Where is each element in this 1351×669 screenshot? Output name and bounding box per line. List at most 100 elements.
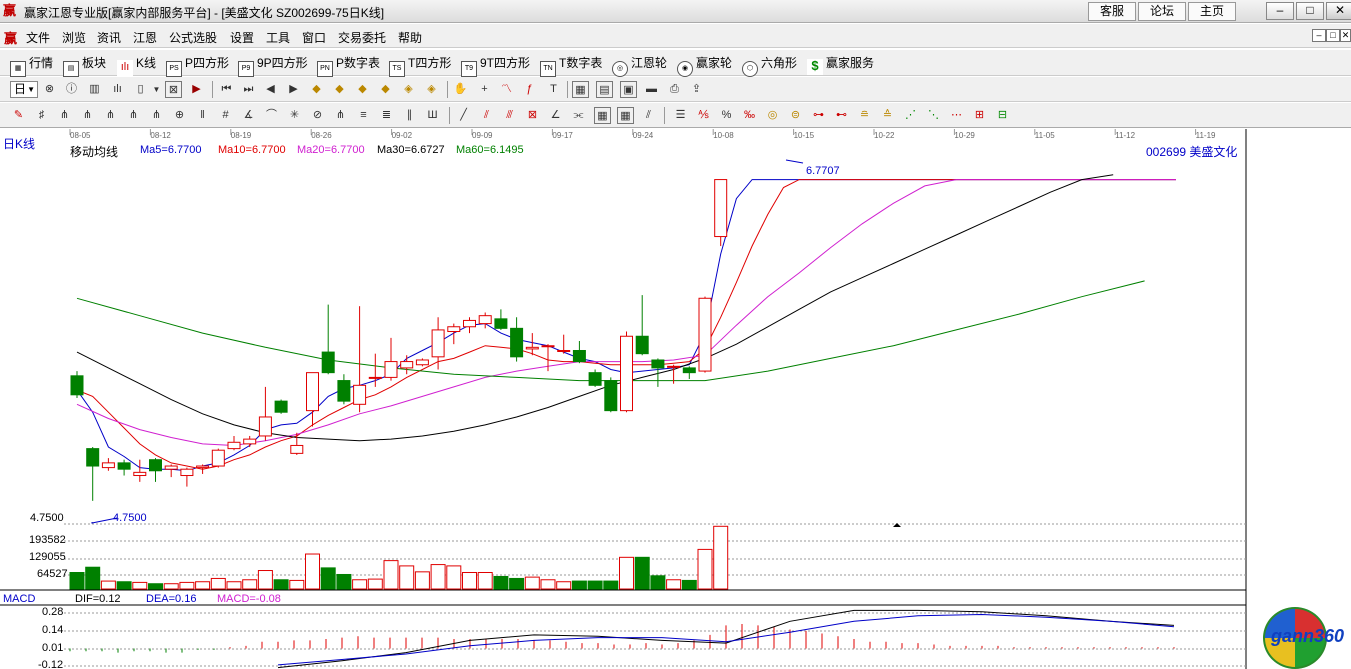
tool-a-icon[interactable]: ⊶ xyxy=(810,107,827,124)
bar-chart-icon[interactable]: ▥ xyxy=(86,81,103,98)
last-icon[interactable]: ⏭ xyxy=(240,81,257,98)
kline-button[interactable]: ılı K线 xyxy=(117,54,156,76)
diamond-expand-icon[interactable]: ◈ xyxy=(400,81,417,98)
circle-grid-icon[interactable]: ⊕ xyxy=(171,107,188,124)
hash-icon[interactable]: # xyxy=(217,107,234,124)
fib2-icon[interactable]: ≣ xyxy=(378,107,395,124)
service-link[interactable]: 客服 xyxy=(1088,2,1136,21)
line-icon[interactable]: ∠ xyxy=(547,107,564,124)
cross-icon[interactable]: + xyxy=(476,81,493,98)
list-icon[interactable]: ☰ xyxy=(672,107,689,124)
box-icon[interactable]: ▦ xyxy=(594,107,611,124)
tool-b-icon[interactable]: ⊷ xyxy=(833,107,850,124)
fan3-icon[interactable]: ⋔ xyxy=(102,107,119,124)
comb-icon[interactable]: Ш xyxy=(424,107,441,124)
diamond-shrink-icon[interactable]: ◈ xyxy=(423,81,440,98)
fan-icon[interactable]: ⋔ xyxy=(56,107,73,124)
candle-chart-icon[interactable]: ılı xyxy=(109,81,126,98)
diamond-up-icon[interactable]: ◆ xyxy=(354,81,371,98)
percent2-icon[interactable]: ‰ xyxy=(741,107,758,124)
minimize-button[interactable]: – xyxy=(1266,2,1294,20)
tool-e-icon[interactable]: ⋰ xyxy=(902,107,919,124)
step-forward-icon[interactable]: ▶ xyxy=(285,81,302,98)
grid-icon[interactable]: ♯ xyxy=(33,107,50,124)
menu-tools[interactable]: 工具 xyxy=(266,29,290,46)
diamond-right-icon[interactable]: ◆ xyxy=(331,81,348,98)
forum-link[interactable]: 论坛 xyxy=(1138,2,1186,21)
table-icon[interactable]: ▤ xyxy=(596,81,613,98)
step-back-icon[interactable]: ◀ xyxy=(262,81,279,98)
diamond-down-icon[interactable]: ◆ xyxy=(377,81,394,98)
tool-g-icon[interactable]: ⋯ xyxy=(948,107,965,124)
target-icon[interactable]: ◎ xyxy=(764,107,781,124)
formula-icon[interactable]: ƒ xyxy=(521,81,538,98)
text-icon[interactable]: T xyxy=(545,81,562,98)
quote-button[interactable]: ▦ 行情 xyxy=(10,54,53,77)
target2-icon[interactable]: ⊜ xyxy=(787,107,804,124)
menu-window[interactable]: 窗口 xyxy=(302,29,326,46)
star-icon[interactable]: ✳ xyxy=(286,107,303,124)
menu-trade[interactable]: 交易委托 xyxy=(338,29,386,46)
channel-icon[interactable]: ∥ xyxy=(401,107,418,124)
fork-icon[interactable]: ⋔ xyxy=(332,107,349,124)
t-table-button[interactable]: TN T数字表 xyxy=(540,54,602,77)
wave-icon[interactable]: 〽 xyxy=(498,81,515,98)
maximize-button[interactable]: □ xyxy=(1296,2,1324,20)
bars-icon[interactable]: ‖ xyxy=(194,107,211,124)
first-icon[interactable]: ⏮ xyxy=(218,81,235,98)
info-icon[interactable]: ⓘ xyxy=(63,81,80,98)
diamond-left-icon[interactable]: ◆ xyxy=(308,81,325,98)
chart-area[interactable]: 08-05 08-12 08-19 08-26 09-02 09-09 09-17 09-24… xyxy=(0,129,1351,669)
arc-rays-icon[interactable]: ⫻ xyxy=(501,107,518,124)
zoom-icon[interactable]: ⊠ xyxy=(165,81,182,98)
menu-formula[interactable]: 公式选股 xyxy=(169,29,217,46)
tool-i-icon[interactable]: ⊟ xyxy=(994,107,1011,124)
cycle-icon[interactable]: ⊘ xyxy=(309,107,326,124)
export-icon[interactable]: ⇪ xyxy=(688,81,705,98)
tool-f-icon[interactable]: ⋱ xyxy=(925,107,942,124)
kline-chart[interactable]: 08-05 08-12 08-19 08-26 09-02 09-09 09-17 09-24… xyxy=(0,129,1351,669)
mdi-minimize-button[interactable]: – xyxy=(1312,29,1326,42)
9p-square-button[interactable]: P9 9P四方形 xyxy=(238,54,308,77)
fib-icon[interactable]: ≡ xyxy=(355,107,372,124)
tool-c-icon[interactable]: ≘ xyxy=(856,107,873,124)
pen-icon[interactable]: ✎ xyxy=(10,107,27,124)
tool-d-icon[interactable]: ≙ xyxy=(879,107,896,124)
gann-wheel-button[interactable]: ◎ 江恩轮 xyxy=(612,54,667,77)
9t-square-button[interactable]: T9 9T四方形 xyxy=(461,54,530,77)
menu-settings[interactable]: 设置 xyxy=(230,29,254,46)
lines-icon[interactable]: ⫘ xyxy=(570,107,587,124)
arc-icon[interactable]: ⌒ xyxy=(263,107,280,124)
angle-icon[interactable]: ∡ xyxy=(240,107,257,124)
ray-icon[interactable]: ╱ xyxy=(455,107,472,124)
tool-h-icon[interactable]: ⊞ xyxy=(971,107,988,124)
parallel-icon[interactable]: ⫽ xyxy=(640,107,657,124)
p-table-button[interactable]: PN P数字表 xyxy=(317,54,380,77)
sector-button[interactable]: ▤ 板块 xyxy=(63,54,106,77)
calendar-icon[interactable]: ▦ xyxy=(572,81,589,98)
menu-gann[interactable]: 江恩 xyxy=(133,29,157,46)
mdi-restore-button[interactable]: □ xyxy=(1326,29,1340,42)
menu-file[interactable]: 文件 xyxy=(26,29,50,46)
play-icon[interactable]: ▶ xyxy=(188,81,205,98)
winner-service-button[interactable]: $ 赢家服务 xyxy=(807,54,874,75)
close-button[interactable]: ✕ xyxy=(1326,2,1351,20)
mdi-close-button[interactable]: ✕ xyxy=(1340,29,1351,42)
save-icon[interactable]: ▬ xyxy=(643,81,660,98)
menu-info[interactable]: 资讯 xyxy=(97,29,121,46)
period-select[interactable]: 日 ▼ xyxy=(10,81,38,98)
hexagon-button[interactable]: ⬡ 六角形 xyxy=(742,54,797,77)
crosshair-icon[interactable]: ⊗ xyxy=(41,81,58,98)
menu-help[interactable]: 帮助 xyxy=(398,29,422,46)
winner-wheel-button[interactable]: ◉ 赢家轮 xyxy=(677,54,732,77)
fan5-icon[interactable]: ⋔ xyxy=(148,107,165,124)
box2-icon[interactable]: ▦ xyxy=(617,107,634,124)
report-icon[interactable]: ▣ xyxy=(620,81,637,98)
print-icon[interactable]: ⎙ xyxy=(666,81,683,98)
t-square-button[interactable]: TS T四方形 xyxy=(389,54,451,77)
p-square-button[interactable]: PS P四方形 xyxy=(166,54,229,77)
price-level-icon[interactable]: ▯ xyxy=(132,81,149,98)
fan4-icon[interactable]: ⋔ xyxy=(125,107,142,124)
percent-icon[interactable]: % xyxy=(718,107,735,124)
homepage-link[interactable]: 主页 xyxy=(1188,2,1236,21)
